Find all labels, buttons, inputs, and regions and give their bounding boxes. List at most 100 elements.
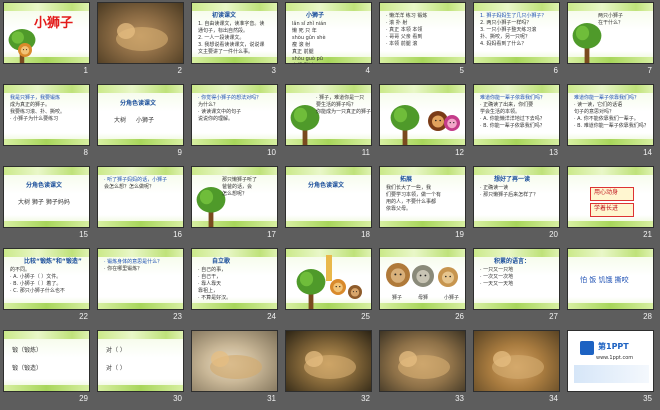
slide-preview[interactable]	[97, 2, 184, 64]
slide-thumbnail-17[interactable]: 那只懒狮子听了 爸爸的话，会 怎么想呢？ 17	[188, 164, 282, 246]
text-line: · 一天又一天地	[480, 281, 514, 287]
slide-thumbnail-4[interactable]: 小狮子 lǎn sǐ zhǐ nián 懒 死 只 年 shòu gǔn shè 瘦 滚…	[282, 0, 376, 82]
slide-preview[interactable]: · 你觉得小狮子的想法对吗？ 为什么？ · 读读课文中的句子 说说你的理解。	[191, 84, 278, 146]
slide-preview[interactable]: 分角色读课文 大树 狮子 狮子妈妈	[3, 166, 90, 228]
slide-preview[interactable]: 积累的语言： · 一只又一只地 · 一次又一次地 · 一天又一天地	[473, 248, 560, 310]
slide-number: 20	[549, 230, 558, 239]
slide-number: 18	[361, 230, 370, 239]
text-line: 扑、撕咬，另一只呢？	[480, 34, 531, 40]
lion-illustration	[444, 115, 460, 131]
text-line: 依靠父母。	[386, 206, 412, 212]
text-line: · B. 小狮子（ ）着了。	[10, 281, 62, 287]
slide-thumbnail-9[interactable]: 分角色读课文 大树 小狮子 9	[94, 82, 188, 164]
slide-preview[interactable]	[379, 84, 466, 146]
slide-preview[interactable]: 我是只狮子，我要锻炼 成为真正的狮子。 我要练习滚、扑、撕咬。 · 小狮子为什么要练习	[3, 84, 90, 146]
slide-preview[interactable]: 1. 狮子妈妈生了几只小狮子？ 2. 两只小狮子一样吗？ 3. 一只小狮子整天练习滚…	[473, 2, 560, 64]
slide-thumbnail-18[interactable]: 分角色读课文 18	[282, 164, 376, 246]
slide-thumbnail-21[interactable]: 用心动身 学着长进 21	[564, 164, 658, 246]
slide-thumbnail-19[interactable]: 拓展 我们长大了一些，我 们要学习本领，做一个有 用的人，不要什么事都 依靠父母。 19	[376, 164, 470, 246]
slide-preview[interactable]: 用心动身 学着长进	[567, 166, 654, 228]
slide-thumbnail-27[interactable]: 积累的语言： · 一只又一只地 · 一次又一次地 · 一天又一天地 27	[470, 246, 564, 328]
slide-thumbnail-7[interactable]: 两只小狮子 在干什么？ 7	[564, 0, 658, 82]
slide-thumbnail-33[interactable]: 33	[376, 328, 470, 410]
slide-preview[interactable]: 初读课文 1. 自由读课文，读准字音。读 通句子，标出自然段。 2. 一人一段读课文。…	[191, 2, 278, 64]
slide-thumbnail-26[interactable]: 狮子 母狮 小狮子 26	[376, 246, 470, 328]
slide-thumbnail-31[interactable]: 31	[188, 328, 282, 410]
slide-preview[interactable]: 锻（锻炼） 锻（锻造）	[3, 330, 90, 392]
slide-thumbnail-3[interactable]: 初读课文 1. 自由读课文，读准字音。读 通句子，标出自然段。 2. 一人一段读课文。…	[188, 0, 282, 82]
text-line: 靠祖上，	[198, 288, 219, 294]
text-line: · 自己干，	[198, 274, 222, 280]
slide-preview[interactable]: 分角色读课文 大树 小狮子	[97, 84, 184, 146]
slide-number: 3	[271, 66, 276, 75]
slide-preview[interactable]: 狮子 母狮 小狮子	[379, 248, 466, 310]
slide-thumbnail-23[interactable]: · 锻炼身体的意思是什么？ · 你在哪里锻炼？ 23	[94, 246, 188, 328]
text-line: · A. 你不能依靠我们一辈子。	[574, 116, 639, 122]
slide-thumbnail-25[interactable]: 25	[282, 246, 376, 328]
slide-thumbnail-34[interactable]: 34	[470, 328, 564, 410]
slide-thumbnail-32[interactable]: 32	[282, 328, 376, 410]
text-line: shòu gǔn shè	[292, 35, 326, 41]
slide-thumbnail-16[interactable]: · 听了狮子妈妈的话，小狮子 会怎么想？怎么做呢？ 16	[94, 164, 188, 246]
slide-preview[interactable]: 两只小狮子 在干什么？	[567, 2, 654, 64]
photo-caption: 小狮子	[444, 295, 460, 301]
slide-thumbnail-22[interactable]: 比较“锻炼”和“锻造” 的不同。 · A. 小狮子（ ）文件。 · B. 小狮子（ ）…	[0, 246, 94, 328]
slide-thumbnail-6[interactable]: 1. 狮子妈妈生了几只小狮子？ 2. 两只小狮子一样吗？ 3. 一只小狮子整天练习滚…	[470, 0, 564, 82]
logo-text: 第1PPT	[598, 342, 629, 351]
slide-thumbnail-5[interactable]: · 懒洋洋 练习 锻炼 · 滚 扑 射 · 真正 本领 本领 · 哥哥 父亲 看到 · …	[376, 0, 470, 82]
slide-number: 33	[455, 394, 464, 403]
slide-thumbnail-30[interactable]: 对（ ） 对（ ） 30	[94, 328, 188, 410]
slide-number: 7	[647, 66, 652, 75]
text-line: 我要练习滚、扑、撕咬。	[10, 109, 66, 115]
slide-preview[interactable]	[285, 248, 372, 310]
slide-thumbnail-15[interactable]: 分角色读课文 大树 狮子 狮子妈妈 15	[0, 164, 94, 246]
text-line: · 一只又一只地	[480, 267, 514, 273]
slide-thumbnail-14[interactable]: 难道你能一辈子依靠我们吗？ · 读一读，它们的话语 句子的意思对吗？ · A. 你不…	[564, 82, 658, 164]
slide-thumbnail-29[interactable]: 锻（锻炼） 锻（锻造） 29	[0, 328, 94, 410]
slide-preview[interactable]: · 锻炼身体的意思是什么？ · 你在哪里锻炼？	[97, 248, 184, 310]
slide-number: 29	[79, 394, 88, 403]
text-line: · 听了狮子妈妈的话，小狮子	[104, 177, 168, 183]
slide-preview[interactable]	[191, 330, 278, 392]
slide-preview[interactable]: · 懒洋洋 练习 锻炼 · 滚 扑 射 · 真正 本领 本领 · 哥哥 父亲 看到 · …	[379, 2, 466, 64]
text-line: · 你觉得小狮子的想法对吗？	[198, 95, 262, 101]
slide-thumbnail-10[interactable]: · 你觉得小狮子的想法对吗？ 为什么？ · 读读课文中的句子 说说你的理解。 10	[188, 82, 282, 164]
slide-preview[interactable]: 小狮子	[3, 2, 90, 64]
slide-thumbnail-12[interactable]: 12	[376, 82, 470, 164]
text-line: · B. 难道你能一辈子依靠我们吗？	[574, 123, 649, 129]
slide-number: 21	[643, 230, 652, 239]
slide-preview[interactable]: 自立歌 · 自己的事， · 自己干， · 靠人靠天 靠祖上， · 不算是好汉。	[191, 248, 278, 310]
slide-preview[interactable]	[473, 330, 560, 392]
slide-preview[interactable]: 第1PPT www.1ppt.com	[567, 330, 654, 392]
slide-thumbnail-13[interactable]: 难道你能一辈子依靠我们吗？ · 正确读了出来，你们要 学会生活的本领。 · A. 你…	[470, 82, 564, 164]
slide-preview[interactable]: 难道你能一辈子依靠我们吗？ · 正确读了出来，你们要 学会生活的本领。 · A. 你…	[473, 84, 560, 146]
slide-preview[interactable]: 那只懒狮子听了 爸爸的话，会 怎么想呢？	[191, 166, 278, 228]
slide-preview[interactable]: 比较“锻炼”和“锻造” 的不同。 · A. 小狮子（ ）文件。 · B. 小狮子（ ）…	[3, 248, 90, 310]
slide-preview[interactable]	[285, 330, 372, 392]
slide-preview[interactable]: 拓展 我们长大了一些，我 们要学习本领，做一个有 用的人，不要什么事都 依靠父母。	[379, 166, 466, 228]
slide-preview[interactable]: 对（ ） 对（ ）	[97, 330, 184, 392]
slide-number: 13	[549, 148, 558, 157]
slide-preview[interactable]: · 听了狮子妈妈的话，小狮子 会怎么想？怎么做呢？	[97, 166, 184, 228]
slide-thumbnail-28[interactable]: 怕 饭 饥饿 撕咬 28	[564, 246, 658, 328]
lion-photo	[98, 3, 183, 63]
slide-thumbnail-1[interactable]: 小狮子 1	[0, 0, 94, 82]
slide-thumbnail-24[interactable]: 自立歌 · 自己的事， · 自己干， · 靠人靠天 靠祖上， · 不算是好汉。 24	[188, 246, 282, 328]
slide-thumbnail-2[interactable]: 2	[94, 0, 188, 82]
slide-number: 25	[361, 312, 370, 321]
role-name: 大树	[114, 117, 127, 124]
slide-thumbnail-8[interactable]: 我是只狮子，我要锻炼 成为真正的狮子。 我要练习滚、扑、撕咬。 · 小狮子为什么要练习…	[0, 82, 94, 164]
slide-thumbnail-11[interactable]: · 狮子，难道你是一只 要生活的狮子吗？ 你能成为一只真正的狮子吗？ 11	[282, 82, 376, 164]
slide-preview[interactable]: 怕 饭 饥饿 撕咬	[567, 248, 654, 310]
text-line: · 读一读，它们的话语	[574, 102, 623, 108]
slide-preview[interactable]: 想好了再一读 · 正确读一读 · 那只懒狮子后来怎样了？	[473, 166, 560, 228]
slide-preview[interactable]: · 狮子，难道你是一只 要生活的狮子吗？ 你能成为一只真正的狮子吗？	[285, 84, 372, 146]
text-line: · 读读课文中的句子	[198, 109, 242, 115]
slide-thumbnail-20[interactable]: 想好了再一读 · 正确读一读 · 那只懒狮子后来怎样了？ 20	[470, 164, 564, 246]
slide-preview[interactable]	[379, 330, 466, 392]
slide-thumbnail-35[interactable]: 第1PPT www.1ppt.com 35	[564, 328, 658, 410]
slide-preview[interactable]: 小狮子 lǎn sǐ zhǐ nián 懒 死 只 年 shòu gǔn shè 瘦 滚…	[285, 2, 372, 64]
slide-preview[interactable]: 难道你能一辈子依靠我们吗？ · 读一读，它们的话语 句子的意思对吗？ · A. 你不…	[567, 84, 654, 146]
slide-preview[interactable]: 分角色读课文	[285, 166, 372, 228]
tree-illustration	[390, 105, 420, 145]
